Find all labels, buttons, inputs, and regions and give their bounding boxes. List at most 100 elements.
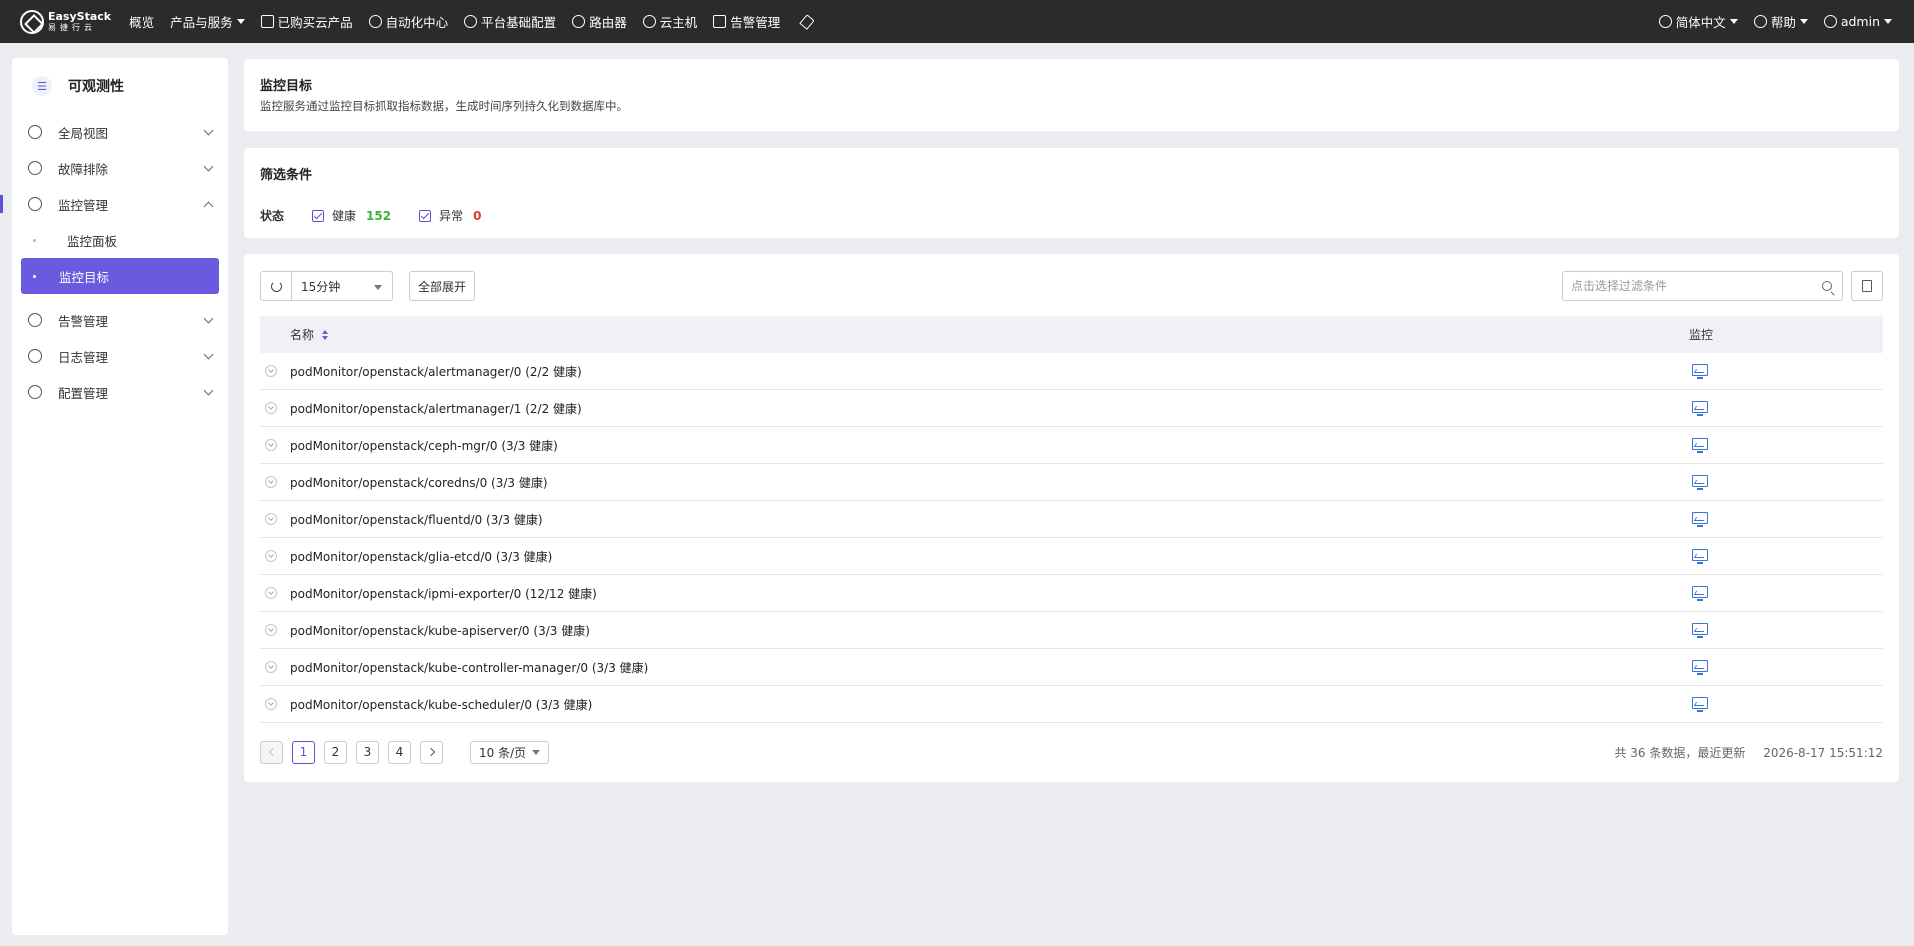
chevron-down-icon <box>203 349 214 359</box>
sidebar-item-troubleshooting[interactable]: 故障排除 <box>12 150 228 186</box>
menu-collapse-icon[interactable]: ☰ <box>32 76 52 96</box>
pin-button[interactable] <box>788 0 820 43</box>
log-icon <box>28 349 42 363</box>
nav-automation-center[interactable]: 自动化中心 <box>361 0 457 43</box>
monitor-chart-icon[interactable] <box>1692 363 1708 379</box>
monitor-chart-icon[interactable] <box>1692 622 1708 638</box>
nav-cloud-host[interactable]: 云主机 <box>635 0 706 43</box>
expand-row-icon[interactable] <box>265 587 277 599</box>
caret-down-icon <box>1729 19 1738 24</box>
expand-all-button[interactable]: 全部展开 <box>409 271 476 301</box>
expand-row-icon[interactable] <box>265 439 277 451</box>
sidebar-subitem-label: 监控面板 <box>67 233 118 249</box>
sort-icon[interactable] <box>322 329 329 340</box>
sidebar-title-label: 可观测性 <box>68 79 124 95</box>
monitor-chart-icon[interactable] <box>1692 437 1708 453</box>
expand-row-icon[interactable] <box>265 624 277 636</box>
expand-row-icon[interactable] <box>265 513 277 525</box>
target-name: podMonitor/openstack/fluentd/0 (3/3 健康) <box>290 512 543 527</box>
nav-purchased-products[interactable]: 已购买云产品 <box>253 0 361 43</box>
nav-router-label: 路由器 <box>589 15 627 30</box>
table-row: podMonitor/openstack/coredns/0 (3/3 健康) <box>260 464 1883 501</box>
pagination: 1 2 3 4 10 条/页 共 36 条数据，最近更新 2026-8-17 1… <box>260 740 1883 764</box>
export-button[interactable] <box>1851 271 1883 301</box>
top-right-menu: 简体中文 帮助 admin <box>1651 12 1900 31</box>
expand-row-icon[interactable] <box>265 698 277 710</box>
sidebar-item-config-management[interactable]: 配置管理 <box>12 374 228 410</box>
target-name: podMonitor/openstack/kube-apiserver/0 (3… <box>290 623 590 638</box>
user-icon <box>1823 15 1837 28</box>
sidebar-item-log-management[interactable]: 日志管理 <box>12 338 228 374</box>
table-row: podMonitor/openstack/alertmanager/1 (2/2… <box>260 390 1883 427</box>
table-row: podMonitor/openstack/fluentd/0 (3/3 健康) <box>260 501 1883 538</box>
page-button-3[interactable]: 3 <box>356 740 379 764</box>
monitor-chart-icon[interactable] <box>1692 696 1708 712</box>
monitor-chart-icon[interactable] <box>1692 511 1708 527</box>
expand-row-icon[interactable] <box>265 402 277 414</box>
search-icon[interactable] <box>1822 281 1832 291</box>
refresh-button[interactable] <box>260 271 292 301</box>
language-selector[interactable]: 简体中文 <box>1651 12 1746 31</box>
brand-name: EasyStack <box>48 10 112 23</box>
filter-search[interactable] <box>1562 271 1843 301</box>
table-row: podMonitor/openstack/kube-controller-man… <box>260 649 1883 686</box>
column-header-monitor: 监控 <box>1689 328 1714 342</box>
monitor-chart-icon[interactable] <box>1692 474 1708 490</box>
cloud-icon <box>642 15 656 28</box>
expand-row-icon[interactable] <box>265 550 277 562</box>
abnormal-checkbox[interactable]: 异常 0 <box>419 207 481 224</box>
sidebar-subitem-monitor-dashboard[interactable]: 监控面板 <box>21 222 219 258</box>
help-menu[interactable]: 帮助 <box>1746 12 1816 31</box>
alarm-icon <box>28 313 42 327</box>
brand-logo[interactable]: EasyStack 易捷行云 <box>20 9 112 34</box>
refresh-interval-select[interactable]: 15分钟 <box>292 271 393 301</box>
nav-alert-management-label: 告警管理 <box>730 15 781 30</box>
total-info: 共 36 条数据，最近更新 2026-8-17 15:51:12 <box>1614 744 1883 761</box>
sidebar-item-label: 故障排除 <box>58 161 109 177</box>
page-button-4[interactable]: 4 <box>388 740 411 764</box>
sidebar-item-global-view[interactable]: 全局视图 <box>12 114 228 150</box>
prev-page-button[interactable] <box>260 740 283 764</box>
caret-down-icon <box>374 285 382 290</box>
page-button-2[interactable]: 2 <box>324 740 347 764</box>
next-page-button[interactable] <box>420 740 443 764</box>
sidebar-item-monitor-management[interactable]: 监控管理 <box>0 186 228 222</box>
nav-overview[interactable]: 概览 <box>121 0 162 43</box>
expand-row-icon[interactable] <box>265 661 277 673</box>
sidebar: ☰ 可观测性 全局视图 故障排除 监控管理 监控面板 监控目标 告警管理 日志管… <box>0 58 228 935</box>
table-row: podMonitor/openstack/ipmi-exporter/0 (12… <box>260 575 1883 612</box>
table-row: podMonitor/openstack/kube-scheduler/0 (3… <box>260 686 1883 723</box>
sidebar-item-label: 告警管理 <box>58 313 109 329</box>
nav-platform-config[interactable]: 平台基础配置 <box>456 0 564 43</box>
table-row: podMonitor/openstack/glia-etcd/0 (3/3 健康… <box>260 538 1883 575</box>
sidebar-item-alert-management[interactable]: 告警管理 <box>12 302 228 338</box>
search-diagnose-icon <box>28 161 42 175</box>
expand-row-icon[interactable] <box>265 365 277 377</box>
refresh-icon <box>270 280 282 292</box>
monitor-chart-icon[interactable] <box>1692 585 1708 601</box>
target-name: podMonitor/openstack/kube-scheduler/0 (3… <box>290 697 593 712</box>
caret-down-icon <box>532 749 541 755</box>
filter-search-input[interactable] <box>1571 279 1811 293</box>
nav-products-services[interactable]: 产品与服务 <box>162 0 253 43</box>
chevron-up-icon <box>203 201 214 211</box>
healthy-checkbox[interactable]: 健康 152 <box>312 207 391 224</box>
column-header-name[interactable]: 名称 <box>260 326 1689 343</box>
nav-alert-management[interactable]: 告警管理 <box>705 0 788 43</box>
page-button-1[interactable]: 1 <box>292 740 315 764</box>
alarm-icon <box>713 15 727 28</box>
caret-down-icon <box>1884 19 1892 24</box>
refresh-interval-value: 15分钟 <box>301 279 341 294</box>
page-size-select[interactable]: 10 条/页 <box>470 740 550 764</box>
user-menu[interactable]: admin <box>1816 14 1900 29</box>
user-name: admin <box>1840 14 1880 29</box>
sidebar-subitem-monitor-targets[interactable]: 监控目标 <box>21 258 219 294</box>
monitor-chart-icon[interactable] <box>1692 548 1708 564</box>
expand-row-icon[interactable] <box>265 476 277 488</box>
target-name: podMonitor/openstack/alertmanager/0 (2/2… <box>290 364 582 379</box>
nav-router[interactable]: 路由器 <box>564 0 635 43</box>
monitor-chart-icon[interactable] <box>1692 400 1708 416</box>
monitor-chart-icon[interactable] <box>1692 659 1708 675</box>
status-filter-row: 状态 健康 152 异常 0 <box>260 207 1883 224</box>
targets-table-card: 15分钟 全部展开 名称 监控 podMonitor/openstack/ale… <box>244 254 1899 782</box>
